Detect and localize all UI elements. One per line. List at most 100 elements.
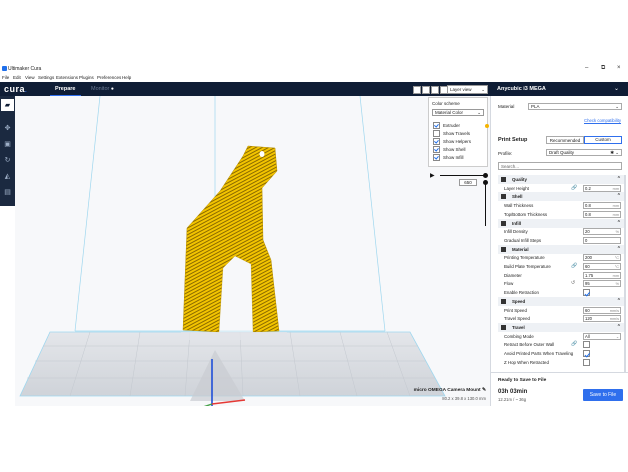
minimize-icon[interactable]: – — [585, 65, 588, 71]
setting-row[interactable]: Flow 95% ↺ — [498, 279, 624, 288]
top-view-button[interactable] — [431, 86, 439, 94]
setting-input[interactable]: 1.75 mm — [583, 271, 621, 279]
3d-view-button[interactable] — [413, 86, 421, 94]
setting-checkbox[interactable] — [583, 289, 590, 297]
menu-extensions[interactable]: Extensions — [56, 75, 78, 80]
setting-row[interactable]: Travel Speed 120 mm/s — [498, 314, 624, 323]
tab-monitor[interactable]: Monitor ● — [86, 82, 119, 96]
setting-input[interactable]: 120 mm/s — [583, 315, 621, 323]
setting-checkbox[interactable] — [583, 341, 590, 349]
setting-input[interactable]: 20% — [583, 228, 621, 236]
printer-selector[interactable]: Anycubic i3 MEGA ⌄ — [490, 82, 628, 96]
setting-input[interactable]: 0.8 mm — [583, 202, 621, 210]
setting-row[interactable]: Build Plate Temperature 60 °C 🔗 — [498, 262, 624, 271]
tab-monitor-label: Monitor — [91, 86, 110, 92]
setting-row[interactable]: Print Speed 60 mm/s — [498, 306, 624, 315]
view-mode-select[interactable]: Layer view ⌄ — [447, 85, 488, 94]
setting-label: Quality — [512, 177, 527, 182]
per-model-settings-button[interactable]: ▤ — [1, 186, 14, 198]
setting-row[interactable]: Printing Temperature 200 °C — [498, 253, 624, 262]
option-show-helpers[interactable]: Show Helpers — [433, 138, 471, 146]
3d-viewport[interactable] — [15, 96, 490, 406]
setting-row[interactable]: Gradual Infill Steps 0 — [498, 236, 624, 245]
setting-input[interactable]: 95% — [583, 280, 621, 288]
show-shell-checkbox[interactable] — [433, 146, 440, 154]
option-show-shell[interactable]: Show Shell — [433, 146, 466, 154]
show-helpers-checkbox[interactable] — [433, 138, 440, 146]
layer-range-track[interactable] — [485, 182, 486, 226]
setting-unit: °C — [614, 256, 619, 261]
setting-row[interactable]: Enable Retraction — [498, 288, 624, 297]
option-extruder[interactable]: Extruder — [433, 122, 489, 130]
recommended-tab[interactable]: Recommended — [546, 136, 584, 144]
settings-category[interactable]: Quality ⌃ — [498, 175, 624, 184]
setting-row[interactable]: Top/Bottom Thickness 0.8 mm — [498, 210, 624, 219]
layer-range-handle[interactable] — [483, 180, 488, 185]
menu-help[interactable]: Help — [122, 75, 131, 80]
rotate-tool-button[interactable]: ↻ — [1, 154, 14, 166]
setting-row[interactable]: Combing Mode All ⌄ — [498, 332, 624, 341]
color-scheme-value: Material Color — [435, 110, 464, 115]
setting-input[interactable]: 0.8 mm — [583, 210, 621, 218]
show-travels-checkbox[interactable] — [433, 130, 440, 138]
profile-select[interactable]: Draft Quality ✱ ⌄ — [546, 149, 622, 156]
tab-prepare[interactable]: Prepare — [50, 82, 81, 96]
settings-search-input[interactable]: Search... — [498, 162, 622, 170]
maximize-icon[interactable]: ⧉ — [601, 65, 605, 72]
reset-icon[interactable]: ↺ — [571, 279, 575, 288]
color-scheme-select[interactable]: Material Color ⌄ — [432, 109, 484, 116]
settings-category[interactable]: Travel ⌃ — [498, 322, 624, 332]
settings-scrollbar[interactable] — [624, 175, 626, 375]
custom-tab[interactable]: Custom — [584, 136, 622, 144]
setting-row[interactable]: Z Hop When Retracted — [498, 358, 624, 367]
setting-checkbox[interactable] — [583, 350, 590, 357]
extruder-checkbox[interactable] — [433, 122, 440, 130]
layer-progress-handle[interactable] — [483, 173, 488, 178]
front-view-button[interactable] — [422, 86, 430, 94]
setting-row[interactable]: Avoid Printed Parts When Traveling — [498, 349, 624, 358]
option-show-infill[interactable]: Show Infill — [433, 154, 464, 162]
close-icon[interactable]: × — [617, 65, 621, 71]
open-file-button[interactable]: ▰ — [1, 99, 14, 111]
setting-row[interactable]: Wall Thickness 0.8 mm — [498, 201, 624, 210]
material-estimate: 12.21m / ~ 36g — [498, 397, 527, 402]
setting-row[interactable]: Retract Before Outer Wall 🔗 — [498, 340, 624, 349]
chevron-down-icon: ⌄ — [477, 110, 481, 115]
scale-tool-button[interactable]: ▣ — [1, 138, 14, 150]
save-to-file-button[interactable]: Save to File — [583, 389, 623, 401]
menu-edit[interactable]: Edit — [13, 75, 21, 80]
menu-plugins[interactable]: Plugins — [79, 75, 94, 80]
setting-input[interactable]: 0 — [583, 236, 621, 244]
edit-icon[interactable]: ✎ — [482, 388, 486, 393]
layer-progress-track[interactable] — [440, 175, 484, 176]
setting-row[interactable]: Infill Density 20% — [498, 227, 624, 236]
play-icon[interactable]: ▶ — [430, 172, 435, 179]
check-compatibility-link[interactable]: Check compatibility — [584, 118, 621, 123]
model-mesh — [179, 145, 287, 340]
menu-preferences[interactable]: Preferences — [97, 75, 121, 80]
setting-input[interactable]: 0.2 mm — [583, 184, 621, 192]
menu-file[interactable]: File — [2, 75, 9, 80]
settings-category[interactable]: Material ⌃ — [498, 244, 624, 254]
layer-number-input[interactable]: 650 — [459, 179, 477, 186]
setting-input[interactable]: 200 °C — [583, 254, 621, 262]
settings-category[interactable]: Speed ⌃ — [498, 296, 624, 306]
setting-row[interactable]: Diameter 1.75 mm — [498, 271, 624, 280]
setting-select[interactable]: All ⌄ — [583, 332, 621, 340]
setting-input[interactable]: 60 °C — [583, 263, 621, 270]
material-select[interactable]: PLA ⌄ — [528, 103, 622, 110]
settings-category[interactable]: Infill ⌃ — [498, 218, 624, 228]
setting-row[interactable]: Layer Height 0.2 mm 🔗 — [498, 184, 624, 193]
setting-input[interactable]: 60 mm/s — [583, 306, 621, 314]
menu-settings[interactable]: Settings — [38, 75, 54, 80]
setting-value: 0 — [585, 237, 588, 243]
move-tool-button[interactable]: ✥ — [1, 122, 14, 134]
setting-checkbox[interactable] — [583, 358, 590, 366]
option-show-travels[interactable]: Show Travels — [433, 130, 470, 138]
color-scheme-label: Color scheme — [432, 101, 460, 106]
settings-category[interactable]: Shell ⌃ — [498, 192, 624, 202]
show-infill-checkbox[interactable] — [433, 154, 440, 162]
mirror-tool-button[interactable]: ◭ — [1, 170, 14, 182]
menu-view[interactable]: View — [25, 75, 35, 80]
setting-unit: mm/s — [609, 308, 619, 313]
